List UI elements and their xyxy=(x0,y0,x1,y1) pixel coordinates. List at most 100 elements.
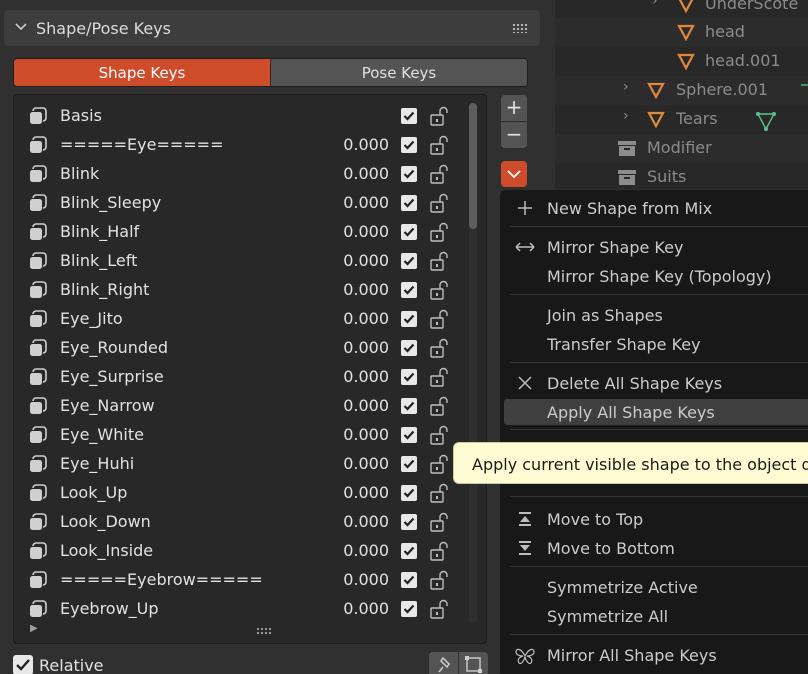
shape-key-specials-button[interactable] xyxy=(501,161,527,187)
checkbox-checked-icon[interactable] xyxy=(401,311,417,327)
checkbox-checked-icon[interactable] xyxy=(401,340,417,356)
panel-header[interactable]: Shape/Pose Keys xyxy=(4,10,540,46)
menu-item-delete-all-shape-keys[interactable]: Delete All Shape Keys xyxy=(500,370,808,396)
expand-arrow-icon[interactable]: › xyxy=(652,0,658,9)
shape-key-name[interactable]: Eye_Jito xyxy=(60,309,123,328)
tab-shape-keys[interactable]: Shape Keys xyxy=(14,59,270,86)
shape-key-name[interactable]: Basis xyxy=(60,106,102,125)
shape-key-value[interactable]: 0.000 xyxy=(343,338,389,357)
scrollbar[interactable] xyxy=(469,103,477,623)
unlock-icon[interactable] xyxy=(428,453,450,475)
tab-pose-keys[interactable]: Pose Keys xyxy=(270,59,527,86)
unlock-icon[interactable] xyxy=(428,134,450,156)
shape-key-row[interactable]: Look_Down 0.000 xyxy=(14,507,469,536)
shape-key-name[interactable]: Blink_Sleepy xyxy=(60,193,161,212)
shape-key-row[interactable]: Look_Inside 0.000 xyxy=(14,536,469,565)
menu-item-symmetrize-active[interactable]: Symmetrize Active xyxy=(500,574,808,600)
checkbox-checked-icon[interactable] xyxy=(401,166,417,182)
shape-key-row[interactable]: Eye_Narrow 0.000 xyxy=(14,391,469,420)
shape-key-value[interactable]: 0.000 xyxy=(343,193,389,212)
menu-item-mirror-all-shape-keys[interactable]: Mirror All Shape Keys xyxy=(500,642,808,668)
shape-key-row[interactable]: Eye_Jito 0.000 xyxy=(14,304,469,333)
menu-item-transfer-shape-key[interactable]: Transfer Shape Key xyxy=(500,331,808,357)
unlock-icon[interactable] xyxy=(428,598,450,620)
shape-key-row[interactable]: Look_Up 0.000 xyxy=(14,478,469,507)
shape-key-row[interactable]: Blink_Left 0.000 xyxy=(14,246,469,275)
shape-key-name[interactable]: Look_Down xyxy=(60,512,151,531)
checkbox-checked-icon[interactable] xyxy=(401,253,417,269)
checkbox-checked-icon[interactable] xyxy=(401,137,417,153)
shape-key-value[interactable]: 0.000 xyxy=(343,541,389,560)
shape-key-value[interactable]: 0.000 xyxy=(343,512,389,531)
checkbox-checked-icon[interactable] xyxy=(401,456,417,472)
unlock-icon[interactable] xyxy=(428,279,450,301)
outliner-row[interactable]: Suits xyxy=(555,163,808,190)
checkbox-checked-icon[interactable] xyxy=(13,655,33,674)
unlock-icon[interactable] xyxy=(428,424,450,446)
outliner-item-name[interactable]: Sphere.001 xyxy=(676,80,768,99)
expand-arrow-icon[interactable]: › xyxy=(623,79,629,95)
checkbox-checked-icon[interactable] xyxy=(401,108,417,124)
shape-key-name[interactable]: Eye_Narrow xyxy=(60,396,155,415)
scrollbar-thumb[interactable] xyxy=(469,103,477,229)
unlock-icon[interactable] xyxy=(428,308,450,330)
shape-key-row[interactable]: Blink 0.000 xyxy=(14,159,469,188)
shape-key-value[interactable]: 0.000 xyxy=(343,135,389,154)
checkbox-checked-icon[interactable] xyxy=(401,601,417,617)
outliner-item-name[interactable]: Tears xyxy=(676,109,718,128)
outliner-item-name[interactable]: head.001 xyxy=(705,51,781,70)
list-resize-grip-icon[interactable] xyxy=(256,627,272,635)
outliner-row[interactable]: › Sphere.001 xyxy=(555,76,808,105)
outliner-row[interactable]: head xyxy=(555,18,808,47)
shape-key-name[interactable]: Eye_Surprise xyxy=(60,367,164,386)
shape-key-row[interactable]: Eye_Huhi 0.000 xyxy=(14,449,469,478)
shape-key-value[interactable]: 0.000 xyxy=(343,454,389,473)
outliner-row[interactable]: Modifier xyxy=(555,134,808,163)
shape-key-value[interactable]: 0.000 xyxy=(343,396,389,415)
menu-item-mirror-shape-key-topology[interactable]: Mirror Shape Key (Topology) xyxy=(500,263,808,289)
shape-key-value[interactable]: 0.000 xyxy=(343,425,389,444)
shape-key-row[interactable]: Eyebrow_Up 0.000 xyxy=(14,594,469,623)
shape-key-value[interactable]: 0.000 xyxy=(343,309,389,328)
menu-item-apply-all-shape-keys[interactable]: Apply All Shape Keys xyxy=(504,399,808,425)
unlock-icon[interactable] xyxy=(428,337,450,359)
checkbox-checked-icon[interactable] xyxy=(401,427,417,443)
unlock-icon[interactable] xyxy=(428,395,450,417)
unlock-icon[interactable] xyxy=(428,221,450,243)
shape-key-row[interactable]: =====Eyebrow===== 0.000 xyxy=(14,565,469,594)
expand-triangle-icon[interactable]: ▶ xyxy=(30,623,38,634)
checkbox-checked-icon[interactable] xyxy=(401,398,417,414)
remove-shape-key-button[interactable]: − xyxy=(501,122,527,148)
shape-key-value[interactable]: 0.000 xyxy=(343,570,389,589)
shape-key-row[interactable]: Blink_Half 0.000 xyxy=(14,217,469,246)
shape-key-value[interactable]: 0.000 xyxy=(343,164,389,183)
unlock-icon[interactable] xyxy=(428,250,450,272)
shape-key-name[interactable]: Eye_Huhi xyxy=(60,454,134,473)
unlock-icon[interactable] xyxy=(428,163,450,185)
shape-key-name[interactable]: Eye_Rounded xyxy=(60,338,168,357)
menu-item-move-to-top[interactable]: Move to Top xyxy=(500,506,808,532)
shape-key-row[interactable]: Blink_Right 0.000 xyxy=(14,275,469,304)
edit-mode-button[interactable] xyxy=(459,652,488,674)
shape-key-row[interactable]: Eye_Surprise 0.000 xyxy=(14,362,469,391)
shape-key-name[interactable]: Eye_White xyxy=(60,425,144,444)
shape-key-value[interactable]: 0.000 xyxy=(343,483,389,502)
checkbox-checked-icon[interactable] xyxy=(401,369,417,385)
outliner-item-name[interactable]: Suits xyxy=(647,167,686,186)
shape-key-value[interactable]: 0.000 xyxy=(343,367,389,386)
checkbox-checked-icon[interactable] xyxy=(401,572,417,588)
unlock-icon[interactable] xyxy=(428,105,450,127)
outliner-row[interactable]: › UnderScote xyxy=(555,0,808,19)
drag-grip-icon[interactable] xyxy=(512,23,528,33)
menu-item-mirror-shape-key[interactable]: Mirror Shape Key xyxy=(500,234,808,260)
shape-key-name[interactable]: Blink_Half xyxy=(60,222,139,241)
unlock-icon[interactable] xyxy=(428,482,450,504)
shape-key-value[interactable]: 0.000 xyxy=(343,222,389,241)
menu-item-move-to-bottom[interactable]: Move to Bottom xyxy=(500,535,808,561)
unlock-icon[interactable] xyxy=(428,192,450,214)
shape-key-row[interactable]: Blink_Sleepy 0.000 xyxy=(14,188,469,217)
outliner-item-name[interactable]: Modifier xyxy=(647,138,712,157)
chevron-down-icon[interactable] xyxy=(14,20,28,34)
menu-item-join-as-shapes[interactable]: Join as Shapes xyxy=(500,302,808,328)
shape-key-name[interactable]: Blink_Right xyxy=(60,280,149,299)
